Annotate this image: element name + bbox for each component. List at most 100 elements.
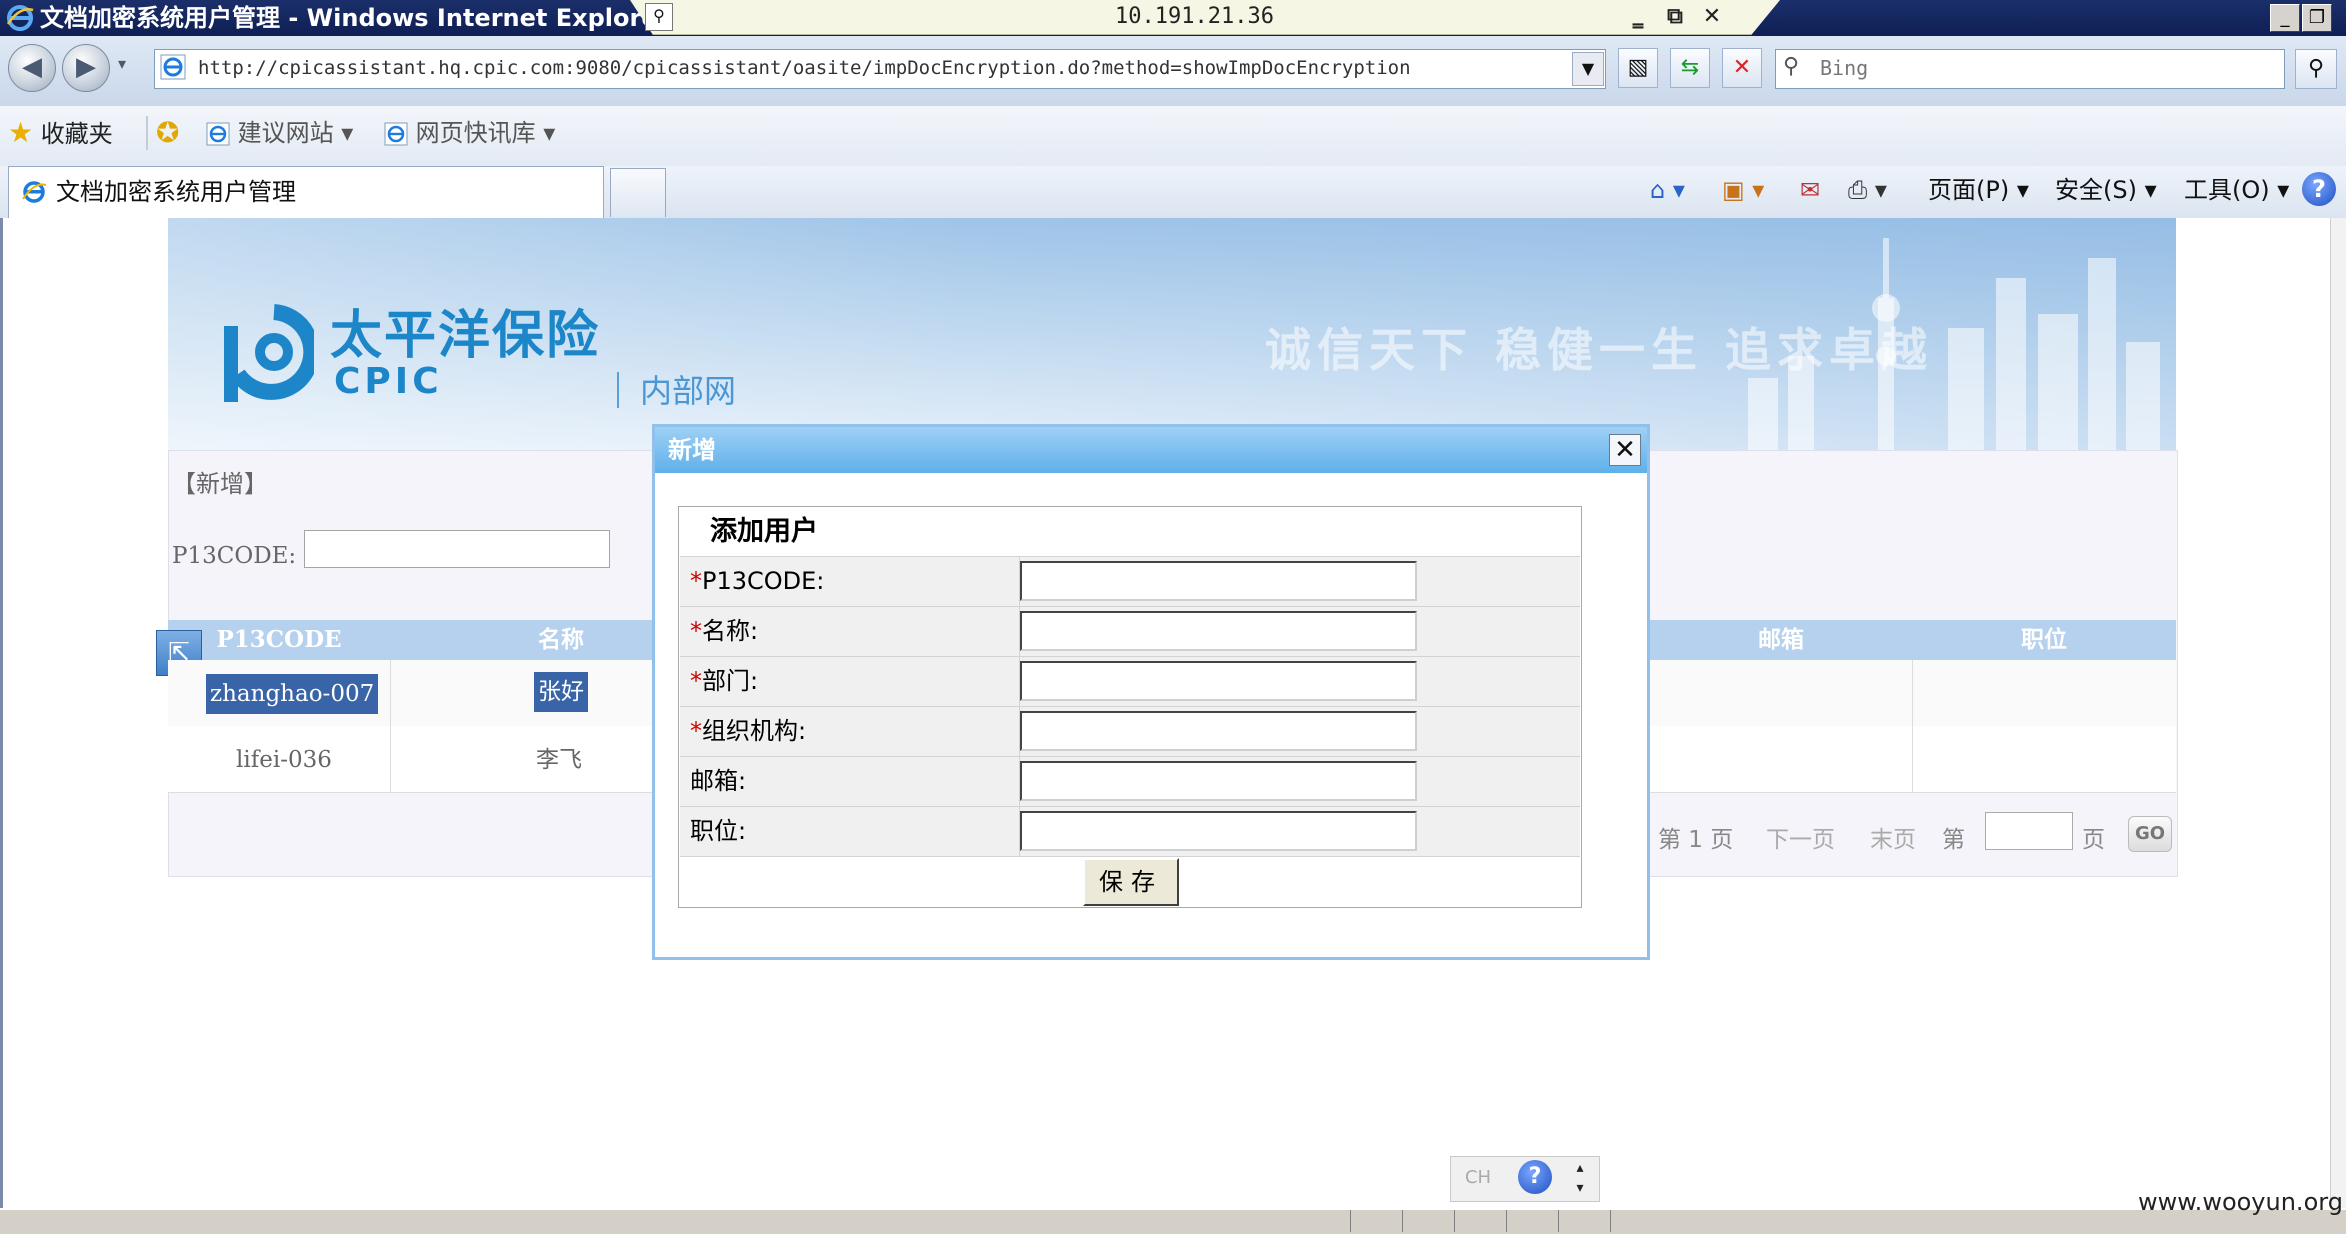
required-marker: * [690, 567, 702, 595]
department-field[interactable] [1020, 661, 1417, 701]
save-button[interactable]: 保存 [1083, 858, 1179, 906]
logo-divider [617, 372, 619, 408]
mail-icon[interactable]: ✉ [1800, 170, 1820, 210]
email-label-text: 邮箱: [690, 767, 747, 795]
language-bar-options-icon[interactable]: ▴ ▾ [1568, 1158, 1592, 1198]
tab-ie-icon [22, 181, 47, 203]
help-icon[interactable]: ? [2302, 172, 2336, 206]
row-name-cell: 李飞 [536, 747, 582, 773]
status-cell [1558, 1210, 1610, 1232]
ie-page-icon [206, 122, 230, 146]
position-label: 职位: [690, 806, 746, 856]
p13code-label: *P13CODE: [690, 556, 824, 606]
column-divider [1912, 660, 1913, 792]
remote-close-button[interactable]: ✕ [1697, 3, 1727, 31]
compatibility-view-icon[interactable]: ▧ [1618, 48, 1658, 88]
department-label-text: 部门: [702, 667, 759, 695]
pager-last-link[interactable]: 末页 [1870, 820, 1916, 860]
email-label: 邮箱: [690, 756, 746, 806]
filter-p13code-label: P13CODE: [172, 543, 297, 569]
pager-go-button[interactable]: GO [2128, 816, 2172, 852]
favorites-divider [146, 116, 148, 150]
banner-slogan: 诚信天下 稳健一生 追求卓越 [1265, 323, 1934, 377]
print-icon[interactable]: ⎙ ▾ [1848, 170, 1887, 210]
close-icon[interactable]: ✕ [1609, 434, 1641, 466]
favorites-button[interactable]: ★ 收藏夹 [8, 113, 113, 153]
brand-name-cn: 太平洋保险 [330, 306, 601, 366]
watermark: www.wooyun.org [2138, 1188, 2343, 1216]
organization-field[interactable] [1020, 711, 1417, 751]
web-slice-gallery-link[interactable]: 网页快讯库 ▾ [384, 113, 555, 153]
star-icon: ★ [8, 116, 34, 149]
form-title: 添加用户 [710, 516, 818, 547]
ie-page-icon [384, 122, 408, 146]
name-label: *名称: [690, 606, 758, 656]
search-provider-icon: ⚲ [1783, 54, 1800, 79]
pager-next-link[interactable]: 下一页 [1766, 820, 1835, 860]
position-label-text: 职位: [690, 817, 747, 845]
required-marker: * [690, 717, 702, 745]
dialog-title-bar[interactable] [655, 427, 1647, 473]
row-p13code-cell: lifei-036 [236, 747, 332, 773]
cpic-logo-icon [224, 304, 314, 402]
email-field[interactable] [1020, 761, 1417, 801]
web-slice-gallery-label: 网页快讯库 ▾ [415, 119, 556, 147]
page-menu[interactable]: 页面(P) ▾ [1928, 170, 2029, 210]
column-divider [390, 660, 391, 792]
add-to-favorites-bar-icon[interactable]: ✪ [156, 113, 179, 153]
tools-menu[interactable]: 工具(O) ▾ [2184, 170, 2289, 210]
pager-page-info: 第 1 页 [1658, 827, 1734, 853]
p13code-field[interactable] [1020, 561, 1417, 601]
vertical-scrollbar[interactable] [2330, 218, 2346, 1208]
favorites-label: 收藏夹 [40, 120, 113, 148]
restore-icon[interactable]: ❐ [2302, 4, 2332, 32]
status-cell [1350, 1210, 1402, 1232]
pager-page-input[interactable] [1985, 812, 2073, 850]
address-dropdown-icon[interactable]: ▼ [1572, 52, 1604, 86]
form-divider [680, 856, 1580, 857]
suggested-sites-link[interactable]: 建议网站 ▾ [206, 113, 353, 153]
remote-minimize-button[interactable]: ‗ [1623, 3, 1653, 31]
back-icon[interactable]: ◀ [8, 44, 56, 92]
column-header-position: 职位 [2021, 626, 2067, 653]
remote-ip: 10.191.21.36 [1115, 4, 1274, 29]
refresh-icon[interactable]: ⇆ [1670, 48, 1710, 88]
filter-p13code-input[interactable] [304, 530, 610, 568]
required-marker: * [690, 617, 702, 645]
forward-icon[interactable]: ▶ [62, 44, 110, 92]
add-section-label[interactable]: 【新增】 [172, 466, 268, 502]
organization-label-text: 组织机构: [702, 717, 807, 745]
required-marker: * [690, 667, 702, 695]
feeds-icon[interactable]: ▣ ▾ [1722, 170, 1764, 210]
organization-label: *组织机构: [690, 706, 806, 756]
status-cell [1506, 1210, 1558, 1232]
status-cell [1454, 1210, 1506, 1232]
safety-menu[interactable]: 安全(S) ▾ [2055, 170, 2157, 210]
input-language-button[interactable]: CH [1456, 1160, 1500, 1196]
department-label: *部门: [690, 656, 758, 706]
row-p13code-cell: zhanghao-007 [206, 674, 379, 714]
tab-active-label: 文档加密系统用户管理 [56, 178, 296, 206]
history-dropdown-icon[interactable]: ▾ [118, 54, 126, 73]
stop-icon[interactable]: ✕ [1722, 48, 1762, 88]
dialog-title: 新增 [668, 436, 716, 464]
window-title: 文档加密系统用户管理 - Windows Internet Explorer [40, 4, 670, 32]
minimize-icon[interactable]: _ [2270, 4, 2300, 32]
intranet-label: 内部网 [640, 372, 737, 410]
remote-restore-button[interactable]: ⧉ [1660, 3, 1690, 31]
search-icon[interactable]: ⚲ [2295, 49, 2337, 89]
brand-name-en: CPIC [334, 361, 443, 402]
page-ie-icon [160, 54, 186, 80]
status-zone-cell [1610, 1210, 2130, 1232]
suggested-sites-label: 建议网站 ▾ [237, 119, 354, 147]
language-help-icon[interactable]: ? [1518, 1160, 1552, 1194]
column-header-email: 邮箱 [1758, 626, 1804, 653]
new-tab-button[interactable] [610, 168, 666, 217]
p13code-label-text: P13CODE: [702, 567, 825, 595]
position-field[interactable] [1020, 811, 1417, 851]
home-icon[interactable]: ⌂ ▾ [1650, 170, 1685, 210]
pin-icon[interactable]: ⚲ [645, 3, 673, 31]
name-label-text: 名称: [702, 617, 759, 645]
row-name-cell: 张好 [534, 672, 588, 712]
name-field[interactable] [1020, 611, 1417, 651]
